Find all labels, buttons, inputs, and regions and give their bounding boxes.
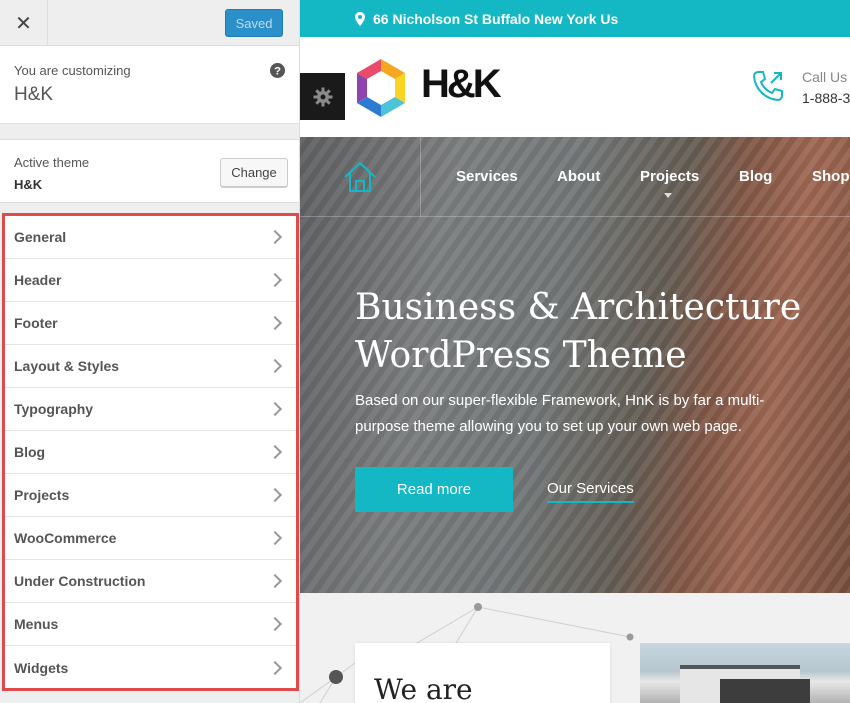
- nav-projects[interactable]: Projects: [640, 168, 699, 185]
- panel-general[interactable]: General: [5, 216, 296, 259]
- panel-under-construction[interactable]: Under Construction: [5, 560, 296, 603]
- panel-typography[interactable]: Typography: [5, 388, 296, 431]
- chevron-right-icon: [267, 444, 283, 460]
- chevron-right-icon: [267, 272, 283, 288]
- intro-section: We are: [300, 593, 850, 703]
- customizer-panel-list: General Header Footer Layout & Styles Ty…: [2, 213, 299, 691]
- chevron-right-icon: [267, 401, 283, 417]
- close-icon[interactable]: ✕: [0, 0, 48, 46]
- panel-label: Footer: [14, 315, 58, 331]
- panel-layout-styles[interactable]: Layout & Styles: [5, 345, 296, 388]
- hero-description: Based on our super-flexible Framework, H…: [355, 392, 765, 435]
- panel-label: Projects: [14, 487, 70, 503]
- panel-label: Layout & Styles: [14, 358, 120, 374]
- site-header: H&K Call Us 1-888-3: [300, 37, 850, 137]
- nav-about[interactable]: About: [557, 168, 600, 185]
- address-bar: 66 Nicholson St Buffalo New York Us: [300, 0, 850, 37]
- call-us-label: Call Us: [802, 69, 848, 85]
- customizing-info: You are customizing H&K: [0, 46, 299, 124]
- site-preview: 66 Nicholson St Buffalo New York Us H&K …: [300, 0, 850, 703]
- address-text: 66 Nicholson St Buffalo New York Us: [373, 10, 619, 27]
- panel-woocommerce[interactable]: WooCommerce: [5, 517, 296, 560]
- chevron-down-icon: [664, 193, 672, 198]
- panel-label: Typography: [14, 401, 94, 417]
- nav-shop[interactable]: Shop: [812, 168, 850, 185]
- panel-label: Blog: [14, 444, 46, 460]
- panel-projects[interactable]: Projects: [5, 474, 296, 517]
- panel-menus[interactable]: Menus: [5, 603, 296, 646]
- call-us-number[interactable]: 1-888-3: [802, 90, 850, 106]
- main-nav: Services About Projects Blog Shop: [300, 137, 850, 217]
- chevron-right-icon: [267, 358, 283, 374]
- building-photo: [640, 643, 850, 703]
- intro-card: We are: [355, 643, 610, 703]
- panel-label: Widgets: [14, 659, 69, 676]
- customizer-topbar: ✕ Saved: [0, 0, 299, 46]
- gear-icon: [313, 87, 332, 106]
- nav-blog[interactable]: Blog: [739, 168, 772, 185]
- help-icon[interactable]: ?: [270, 63, 285, 78]
- panel-label: Header: [14, 272, 62, 288]
- nav-home[interactable]: [300, 137, 421, 217]
- settings-gear-button[interactable]: [300, 73, 345, 120]
- chevron-right-icon: [267, 616, 283, 632]
- customizing-label: You are customizing: [14, 63, 131, 78]
- hk-logo-icon[interactable]: [353, 57, 409, 119]
- chevron-right-icon: [267, 315, 283, 331]
- chevron-right-icon: [267, 487, 283, 503]
- customizer-screen: ✕ Saved You are customizing H&K ? Active…: [0, 0, 850, 703]
- panel-label: Menus: [14, 616, 59, 632]
- brand-wordmark[interactable]: H&K: [421, 62, 502, 107]
- hero-section: Services About Projects Blog Shop Busine…: [300, 137, 850, 593]
- svg-text:?: ?: [274, 66, 281, 78]
- hero-title: Business & Architecture WordPress Theme: [355, 287, 802, 376]
- active-theme-section: Active theme H&K Change: [0, 139, 299, 203]
- panel-label: Under Construction: [14, 573, 146, 589]
- chevron-right-icon: [267, 229, 283, 245]
- customizer-sidebar: ✕ Saved You are customizing H&K ? Active…: [0, 0, 300, 703]
- chevron-right-icon: [267, 573, 283, 589]
- phone-icon: [752, 71, 783, 102]
- panel-header[interactable]: Header: [5, 259, 296, 302]
- read-more-button[interactable]: Read more: [355, 467, 513, 512]
- chevron-right-icon: [267, 660, 283, 675]
- chevron-right-icon: [267, 530, 283, 546]
- site-name: H&K: [14, 84, 54, 105]
- saved-button[interactable]: Saved: [225, 9, 283, 37]
- panel-label: General: [14, 229, 67, 245]
- panel-blog[interactable]: Blog: [5, 431, 296, 474]
- nav-services[interactable]: Services: [456, 168, 518, 185]
- panel-widgets[interactable]: Widgets: [5, 646, 296, 689]
- we-are-heading: We are: [374, 673, 473, 703]
- panel-footer[interactable]: Footer: [5, 302, 296, 345]
- map-pin-icon: [355, 11, 365, 26]
- change-theme-button[interactable]: Change: [220, 158, 288, 187]
- home-icon: [344, 161, 376, 192]
- our-services-link[interactable]: Our Services: [547, 480, 634, 503]
- panel-label: WooCommerce: [14, 530, 117, 546]
